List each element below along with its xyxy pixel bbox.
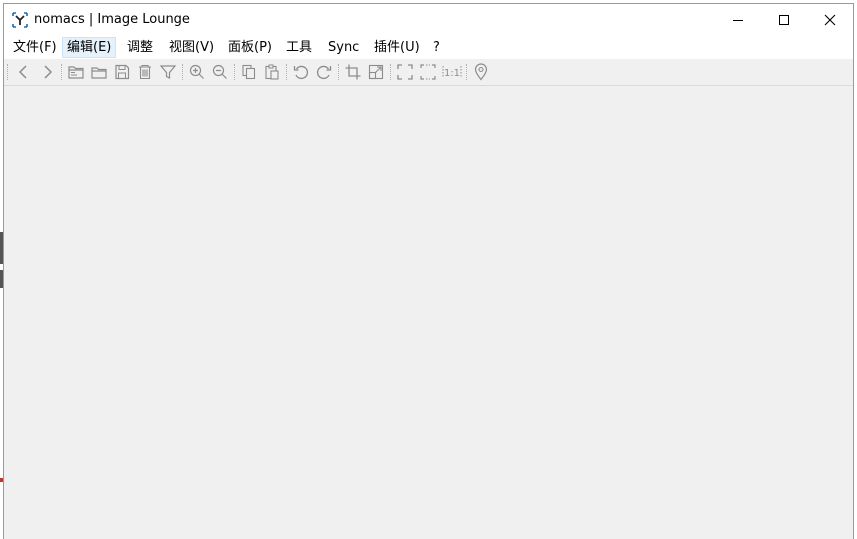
filter-icon — [159, 65, 177, 79]
menu-edit[interactable]: 编辑(E) — [62, 37, 117, 58]
frameless-button[interactable] — [419, 63, 437, 81]
app-window: nomacs | Image Lounge 文件(F) 编辑(E) 调整 视图(… — [3, 3, 854, 539]
zoom-out-button[interactable] — [211, 63, 229, 81]
menu-help[interactable]: ? — [429, 37, 444, 58]
rotate-right-icon — [316, 65, 332, 80]
menu-adjust[interactable]: 调整 — [123, 37, 157, 58]
toolbar-separator — [182, 64, 184, 80]
menu-plugins[interactable]: 插件(U) — [370, 37, 424, 58]
open-browser-button[interactable] — [67, 63, 85, 81]
close-icon — [824, 14, 836, 25]
open-browser-icon — [68, 66, 84, 79]
title-bar[interactable]: nomacs | Image Lounge — [4, 4, 853, 35]
open-folder-button[interactable] — [90, 63, 108, 81]
toolbar-separator — [390, 64, 392, 80]
location-button[interactable] — [472, 63, 490, 81]
menu-panels[interactable]: 面板(P) — [224, 37, 276, 58]
toolbar-separator — [286, 64, 288, 80]
rotate-left-icon — [293, 65, 309, 80]
zoom-out-icon — [212, 64, 227, 79]
save-icon — [115, 64, 130, 80]
menu-bar: 文件(F) 编辑(E) 调整 视图(V) 面板(P) 工具 Sync 插件(U)… — [4, 35, 853, 59]
filter-button[interactable] — [159, 63, 177, 81]
maximize-icon — [779, 14, 789, 25]
menu-view[interactable]: 视图(V) — [165, 37, 218, 58]
menu-file[interactable]: 文件(F) — [9, 37, 61, 58]
nomacs-icon — [12, 12, 28, 28]
copy-button[interactable] — [240, 63, 258, 81]
menu-sync[interactable]: Sync — [324, 37, 363, 58]
rotate-left-button[interactable] — [292, 63, 310, 81]
next-icon — [44, 65, 53, 79]
minimize-button[interactable] — [715, 4, 761, 35]
window-title: nomacs | Image Lounge — [34, 12, 190, 27]
previous-icon — [18, 65, 27, 79]
resize-button[interactable] — [367, 63, 385, 81]
toolbar-separator — [234, 64, 236, 80]
minimize-icon — [733, 19, 743, 21]
toolbar: 1:1 — [4, 59, 853, 86]
next-button[interactable] — [38, 63, 56, 81]
zoom-in-icon — [189, 64, 204, 79]
toolbar-grip[interactable] — [7, 64, 9, 80]
rotate-right-button[interactable] — [315, 63, 333, 81]
actual-size-label: 1:1 — [444, 68, 460, 79]
image-viewport[interactable] — [4, 86, 853, 539]
actual-size-icon: 1:1 — [442, 66, 462, 79]
delete-icon — [139, 64, 151, 80]
menu-tools[interactable]: 工具 — [282, 37, 316, 58]
delete-button[interactable] — [136, 63, 154, 81]
open-folder-icon — [91, 67, 107, 79]
save-button[interactable] — [113, 63, 131, 81]
previous-button[interactable] — [15, 63, 33, 81]
copy-icon — [242, 64, 256, 80]
maximize-button[interactable] — [761, 4, 807, 35]
crop-icon — [345, 64, 361, 80]
toolbar-separator — [338, 64, 340, 80]
fullscreen-icon — [397, 64, 413, 80]
paste-icon — [265, 64, 279, 80]
resize-icon — [368, 64, 384, 80]
toolbar-separator — [61, 64, 63, 80]
close-button[interactable] — [807, 4, 853, 35]
frameless-icon — [420, 64, 436, 80]
toolbar-separator — [466, 64, 468, 80]
location-icon — [474, 63, 488, 81]
zoom-in-button[interactable] — [188, 63, 206, 81]
crop-button[interactable] — [344, 63, 362, 81]
actual-size-button[interactable]: 1:1 — [442, 63, 462, 81]
fullscreen-button[interactable] — [396, 63, 414, 81]
paste-button[interactable] — [263, 63, 281, 81]
